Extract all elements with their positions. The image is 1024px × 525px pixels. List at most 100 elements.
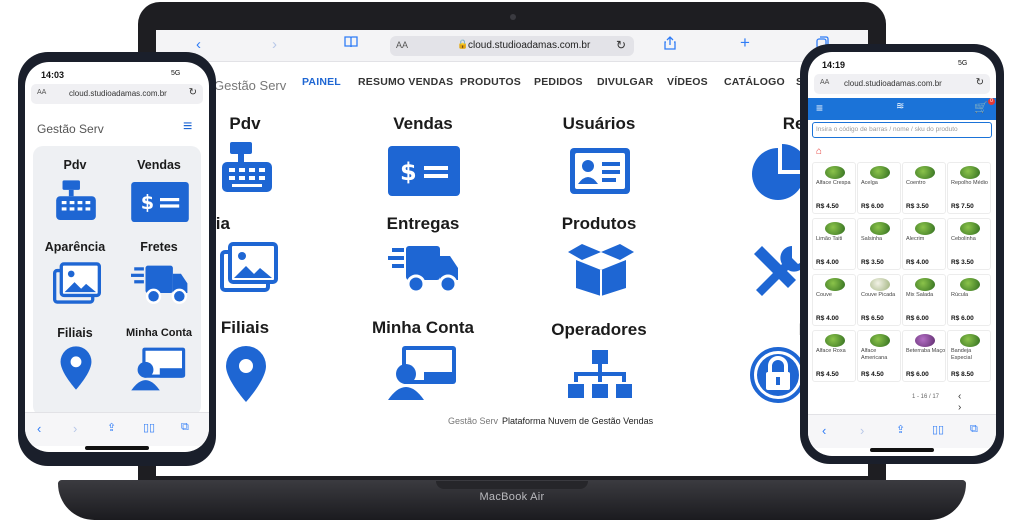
nav-resumo-vendas[interactable]: RESUMO VENDAS xyxy=(358,76,453,88)
account-screen-icon[interactable] xyxy=(388,344,458,407)
product-image xyxy=(825,222,845,235)
cash-icon[interactable]: $ xyxy=(388,146,460,201)
back-icon[interactable]: ‹ xyxy=(822,423,826,438)
product-card[interactable]: Alecrim R$ 4.00 xyxy=(902,218,946,270)
status-time: 14:03 xyxy=(41,70,65,80)
reload-icon[interactable]: ↻ xyxy=(976,77,984,88)
tile-title-vendas[interactable]: Vendas xyxy=(348,114,498,134)
product-image xyxy=(870,166,890,179)
site-logo[interactable]: Gestão Serv xyxy=(37,122,104,136)
nav-painel[interactable]: PAINEL xyxy=(302,76,341,88)
share-icon[interactable] xyxy=(664,36,676,53)
product-price: R$ 8.50 xyxy=(951,371,974,378)
product-card[interactable]: Acelga R$ 6.00 xyxy=(857,162,901,214)
product-search-input[interactable]: Insira o código de barras / nome / sku d… xyxy=(812,122,992,138)
tile-title-minha-conta[interactable]: Minha Conta xyxy=(348,318,498,338)
home-icon[interactable]: ⌂ xyxy=(816,146,822,157)
address-bar[interactable]: AA cloud.studioadamas.com.br ↻ xyxy=(31,84,203,104)
back-icon[interactable]: ‹ xyxy=(196,36,201,53)
product-name: Cebolinha xyxy=(951,236,976,242)
product-card[interactable]: Alface Americana R$ 4.50 xyxy=(857,330,901,382)
cash-register-icon[interactable] xyxy=(218,140,276,201)
nav-pedidos[interactable]: PEDIDOS xyxy=(534,76,583,88)
nav-divulgar[interactable]: DIVULGAR xyxy=(597,76,653,88)
lock-icon[interactable] xyxy=(750,346,806,409)
forward-icon[interactable]: › xyxy=(272,36,277,53)
product-card[interactable]: Rúcula R$ 6.00 xyxy=(947,274,991,326)
user-card-icon[interactable] xyxy=(568,146,632,201)
bookmarks-icon[interactable]: ▯▯ xyxy=(932,423,944,436)
reload-icon[interactable]: ↻ xyxy=(189,87,197,98)
pagination-arrows[interactable]: ‹ › xyxy=(958,391,996,413)
product-card[interactable]: Mix Salada R$ 6.00 xyxy=(902,274,946,326)
product-card[interactable]: Beterraba Maço R$ 6.00 xyxy=(902,330,946,382)
tabs-icon[interactable]: ⧉ xyxy=(181,421,189,434)
cart-icon[interactable]: 🛒 xyxy=(974,101,988,114)
product-card[interactable]: Alface Crespa R$ 4.50 xyxy=(812,162,856,214)
address-bar[interactable]: AA cloud.studioadamas.com.br ↻ xyxy=(814,74,990,94)
box-icon[interactable] xyxy=(566,242,636,301)
svg-text:$: $ xyxy=(400,158,417,186)
map-pin-icon[interactable] xyxy=(59,344,93,397)
product-card[interactable]: Couve R$ 4.00 xyxy=(812,274,856,326)
reader-aa[interactable]: AA xyxy=(396,40,408,50)
product-card[interactable]: Cebolinha R$ 3.50 xyxy=(947,218,991,270)
reader-aa[interactable]: AA xyxy=(37,89,46,96)
site-logo[interactable]: Gestão Serv xyxy=(214,78,286,93)
product-price: R$ 3.50 xyxy=(861,259,884,266)
hamburger-menu-icon[interactable]: ≡ xyxy=(816,101,823,115)
tile-title-usuarios[interactable]: Usuários xyxy=(524,114,674,134)
tile-title-minha-conta[interactable]: Minha Conta xyxy=(117,327,201,339)
address-bar[interactable]: AA 🔒 cloud.studioadamas.com.br ↻ xyxy=(390,36,634,56)
pie-chart-icon[interactable] xyxy=(748,144,808,205)
tile-title-produtos[interactable]: Produtos xyxy=(524,214,674,234)
reader-aa[interactable]: AA xyxy=(820,79,829,86)
tile-title-fretes[interactable]: Fretes xyxy=(117,240,201,254)
nav-catalogo[interactable]: CATÁLOGO xyxy=(724,76,785,88)
bookmarks-icon[interactable] xyxy=(344,36,358,51)
hamburger-menu-icon[interactable]: ≡ xyxy=(183,118,192,136)
product-card[interactable]: Couve Picada R$ 6.50 xyxy=(857,274,901,326)
truck-icon[interactable] xyxy=(388,242,460,303)
product-card[interactable]: Coentro R$ 3.50 xyxy=(902,162,946,214)
product-name: Alface Americana xyxy=(861,348,888,361)
product-image xyxy=(915,166,935,179)
images-icon[interactable] xyxy=(53,262,101,309)
reload-icon[interactable]: ↻ xyxy=(616,38,626,52)
product-card[interactable]: Bandeja Especial R$ 8.50 xyxy=(947,330,991,382)
product-card[interactable]: Salsinha R$ 3.50 xyxy=(857,218,901,270)
truck-icon[interactable] xyxy=(131,262,189,313)
back-icon[interactable]: ‹ xyxy=(37,421,41,436)
forward-icon[interactable]: › xyxy=(860,423,864,438)
new-tab-icon[interactable]: + xyxy=(740,33,750,53)
tile-title-operadores[interactable]: Operadores xyxy=(524,320,674,340)
cash-register-icon[interactable] xyxy=(53,178,99,229)
nav-produtos[interactable]: PRODUTOS xyxy=(460,76,521,88)
product-image xyxy=(825,334,845,347)
tile-title-vendas[interactable]: Vendas xyxy=(117,158,201,172)
map-pin-icon[interactable] xyxy=(224,344,268,409)
network-icon[interactable] xyxy=(568,348,632,407)
tile-title-aparencia[interactable]: Aparência xyxy=(33,240,117,254)
bookmarks-icon[interactable]: ▯▯ xyxy=(143,421,155,434)
product-card[interactable]: Limão Taiti R$ 4.00 xyxy=(812,218,856,270)
cash-icon[interactable]: $ xyxy=(131,182,189,227)
product-price: R$ 7.50 xyxy=(951,203,974,210)
tile-title-pdv[interactable]: Pdv xyxy=(33,158,117,172)
wifi-logo-icon[interactable]: ≋ xyxy=(896,101,904,112)
tools-icon[interactable] xyxy=(748,242,808,307)
pagination-label: 1 - 16 / 17 xyxy=(912,394,940,400)
share-icon[interactable]: ⇪ xyxy=(107,421,116,434)
tile-title-entregas[interactable]: Entregas xyxy=(348,214,498,234)
forward-icon[interactable]: › xyxy=(73,421,77,436)
nav-videos[interactable]: VÍDEOS xyxy=(667,76,708,88)
cart-count-badge: 0 xyxy=(988,98,995,105)
share-icon[interactable]: ⇪ xyxy=(896,423,905,436)
images-icon[interactable] xyxy=(220,242,278,297)
tabs-icon[interactable]: ⧉ xyxy=(970,423,978,436)
tile-title-filiais[interactable]: Filiais xyxy=(33,326,117,340)
product-price: R$ 4.00 xyxy=(816,315,839,322)
account-screen-icon[interactable] xyxy=(131,346,187,397)
product-card[interactable]: Alface Roxa R$ 4.50 xyxy=(812,330,856,382)
product-card[interactable]: Repolho Médio R$ 7.50 xyxy=(947,162,991,214)
